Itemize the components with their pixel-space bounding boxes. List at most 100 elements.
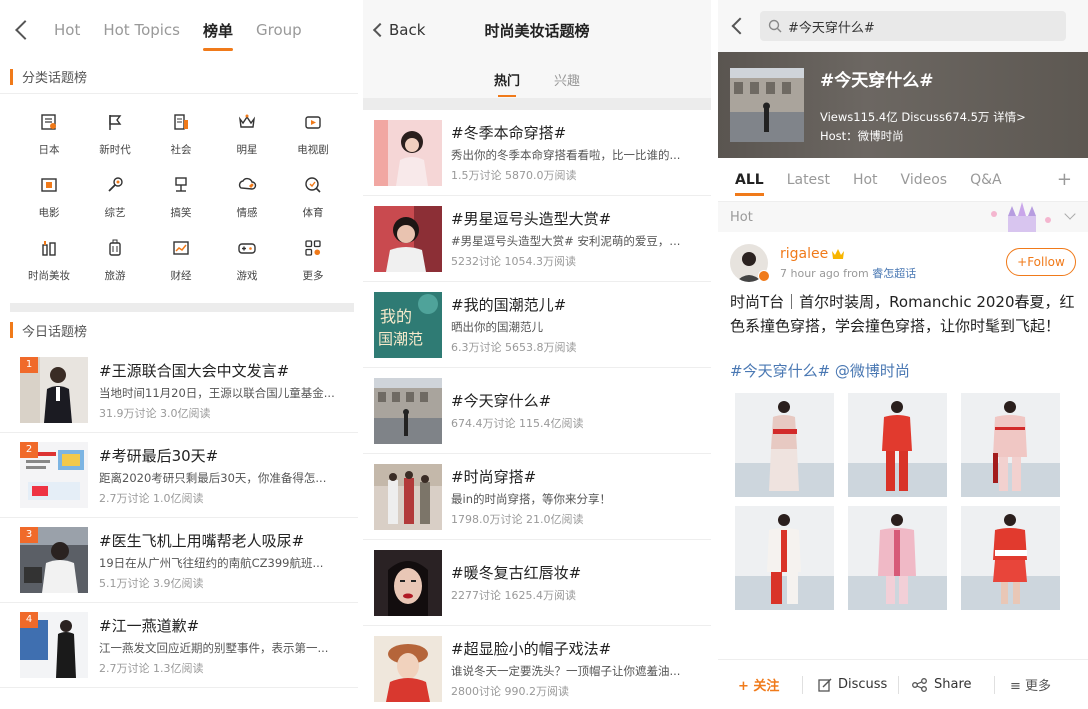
category-celebrity[interactable]: 明星 <box>214 112 280 157</box>
crown-icon <box>238 114 256 128</box>
topic-ranking-panel: Hot Hot Topics 榜单 Group 分类话题榜 日本 新时代 社会 … <box>0 0 358 709</box>
banner-stats[interactable]: Views115.4亿 Discuss674.5万 详情> <box>820 109 1026 125</box>
category-tv-drama[interactable]: 电视剧 <box>280 112 346 157</box>
svg-text:国潮范: 国潮范 <box>378 330 423 348</box>
flag-icon <box>109 115 122 130</box>
category-label: 新时代 <box>99 144 131 156</box>
hot-bar[interactable]: Hot <box>718 202 1088 232</box>
toolbar-divider <box>802 676 803 694</box>
username[interactable]: rigalee <box>780 246 828 262</box>
category-label: 情感 <box>236 207 258 219</box>
category-label: 明星 <box>236 144 258 156</box>
ball-icon <box>305 177 321 193</box>
category-japan[interactable]: 日本 <box>16 112 82 157</box>
tab-all[interactable]: ALL <box>735 172 764 196</box>
category-label: 搞笑 <box>170 207 192 219</box>
search-input[interactable]: #今天穿什么# <box>760 11 1066 41</box>
topic-item[interactable]: #男星逗号头造型大赏# #男星逗号头造型大赏# 安利泥萌的爱豆，... 5232… <box>363 196 711 282</box>
chevron-left-icon <box>372 22 388 38</box>
tab-hot[interactable]: Hot <box>853 172 878 188</box>
post-tags[interactable]: #今天穿什么# @微博时尚 <box>718 338 1088 393</box>
post-photo[interactable] <box>735 506 834 610</box>
category-more[interactable]: 更多 <box>280 238 346 283</box>
content-tabs: ALL Latest Hot Videos Q&A + <box>718 158 1088 202</box>
rank-thumbnail: 3 <box>20 527 88 593</box>
rank-title: #江一燕道歉# <box>99 616 200 635</box>
category-label: 财经 <box>170 270 192 282</box>
topic-thumbnail <box>374 549 442 616</box>
rank-item[interactable]: 3 #医生飞机上用嘴帮老人吸尿# 19日在从广州飞往纽约的南航CZ399航班..… <box>0 518 358 603</box>
category-label: 旅游 <box>104 270 126 282</box>
topic-item[interactable]: #暖冬复古红唇妆# 2277讨论 1625.4万阅读 <box>363 540 711 626</box>
newspaper-icon <box>41 114 56 130</box>
post-source[interactable]: 睿怎超话 <box>872 267 916 280</box>
section-divider <box>10 303 354 312</box>
follow-button[interactable]: +Follow <box>1006 248 1076 276</box>
category-finance[interactable]: 财经 <box>148 238 214 283</box>
gamepad-icon <box>238 243 256 254</box>
category-variety[interactable]: 综艺 <box>82 175 148 220</box>
category-emotion[interactable]: 情感 <box>214 175 280 220</box>
category-game[interactable]: 游戏 <box>214 238 280 283</box>
rank-item[interactable]: 2 #考研最后30天# 距离2020考研只剩最后30天，你准备得怎... 2.7… <box>0 433 358 518</box>
tab-popular[interactable]: 热门 <box>494 70 520 97</box>
tab-hot[interactable]: Hot <box>54 21 80 39</box>
rank-item[interactable]: 4 #江一燕道歉# 江一燕发文回应近期的别墅事件，表示第一... 2.7万讨论 … <box>0 603 358 688</box>
film-icon <box>41 178 57 192</box>
share-button[interactable]: Share <box>912 677 972 692</box>
back-chevron-icon[interactable] <box>15 20 35 40</box>
category-society[interactable]: 社会 <box>148 112 214 157</box>
add-tab-icon[interactable]: + <box>1057 169 1072 190</box>
category-movie[interactable]: 电影 <box>16 175 82 220</box>
category-sports[interactable]: 体育 <box>280 175 346 220</box>
post-photo[interactable] <box>848 393 947 497</box>
tab-ranking[interactable]: 榜单 <box>203 20 234 51</box>
category-label: 电视剧 <box>297 144 329 156</box>
topic-title: #今天穿什么# <box>451 392 552 410</box>
post-photo[interactable] <box>735 393 834 497</box>
category-new-era[interactable]: 新时代 <box>82 112 148 157</box>
follow-topic-button[interactable]: + 关注 <box>738 675 779 694</box>
guochao-artwork: 我的国潮范 <box>374 291 442 358</box>
rank-desc: 19日在从广州飞往纽约的南航CZ399航班... <box>99 555 324 570</box>
hot-label: Hot <box>730 209 753 225</box>
topic-item[interactable]: #今天穿什么# 674.4万讨论 115.4亿阅读 <box>363 368 711 454</box>
category-fashion-beauty[interactable]: 时尚美妆 <box>16 238 82 283</box>
today-section-title: 今日话题榜 <box>0 312 358 348</box>
rank-badge: 4 <box>20 612 38 628</box>
post-photo[interactable] <box>961 506 1060 610</box>
rank-badge: 3 <box>20 527 38 543</box>
tab-interest[interactable]: 兴趣 <box>554 70 580 89</box>
rank-title: #王源联合国大会中文发言# <box>99 361 290 380</box>
category-travel[interactable]: 旅游 <box>82 238 148 283</box>
banner-host: Host：微博时尚 <box>820 129 904 143</box>
category-label: 游戏 <box>236 270 258 282</box>
topic-item[interactable]: 我的 国潮范 #我的国潮范儿# 晒出你的国潮范儿 6.3万讨论 5653.8万阅读 <box>363 282 711 368</box>
tab-group[interactable]: Group <box>256 21 302 39</box>
post-photo[interactable] <box>961 393 1060 497</box>
tab-hot-topics[interactable]: Hot Topics <box>103 21 180 39</box>
post-text: 时尚T台｜首尔时装周，Romanchic 2020春夏，红色系撞色穿搭，学会撞色… <box>730 293 1075 335</box>
toolbar-divider <box>994 676 995 694</box>
topic-stats: 2800讨论 990.2万阅读 <box>451 685 569 698</box>
category-funny[interactable]: 搞笑 <box>148 175 214 220</box>
back-label: Back <box>389 21 426 39</box>
topic-item[interactable]: #时尚穿搭# 最in的时尚穿搭，等你来分享！ 1798.0万讨论 21.0亿阅读 <box>363 454 711 540</box>
chevron-down-icon[interactable] <box>1064 208 1076 220</box>
topic-title: #超显脸小的帽子戏法# <box>451 640 612 658</box>
topic-desc: 谁说冬天一定要洗头？一顶帽子让你遮羞油... <box>451 664 681 678</box>
more-button[interactable]: ≡ 更多 <box>1010 675 1051 694</box>
toolbar-divider <box>898 676 899 694</box>
topic-title: #男星逗号头造型大赏# <box>451 210 612 228</box>
back-chevron-icon[interactable] <box>731 17 749 35</box>
tab-qa[interactable]: Q&A <box>970 172 1002 188</box>
topic-item[interactable]: #冬季本命穿搭# 秀出你的冬季本命穿搭看看啦，比一比谁的... 1.5万讨论 5… <box>363 110 711 196</box>
tab-videos[interactable]: Videos <box>901 172 948 188</box>
rank-badge: 2 <box>20 442 38 458</box>
tab-latest[interactable]: Latest <box>787 172 830 188</box>
back-button[interactable]: Back <box>363 21 425 39</box>
post-photo[interactable] <box>848 506 947 610</box>
rank-item[interactable]: 1 #王源联合国大会中文发言# 当地时间11月20日，王源以联合国儿童基金...… <box>0 348 358 433</box>
topic-item[interactable]: #超显脸小的帽子戏法# 谁说冬天一定要洗头？一顶帽子让你遮羞油... 2800讨… <box>363 626 711 709</box>
discuss-button[interactable]: Discuss <box>818 677 887 692</box>
